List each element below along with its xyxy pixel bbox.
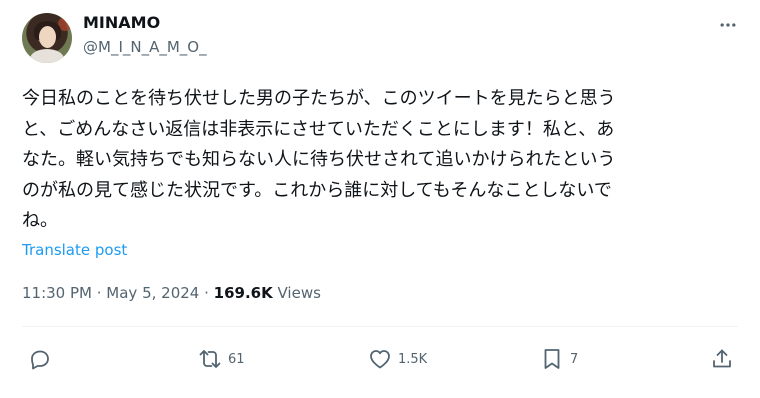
like-count: 1.5K — [398, 351, 428, 367]
author-display-name[interactable]: MINAMO — [83, 13, 160, 32]
more-dots-icon — [720, 23, 736, 27]
tweet-text-line: 今日私のことを待ち伏せした男の子たちが、このツイートを見たらと思う — [22, 88, 616, 109]
like-button[interactable]: 1.5K — [368, 346, 427, 372]
tweet-text-line: と、ごめんなさい返信は非表示にさせていただくことにします！私と、あ — [22, 118, 615, 140]
retweet-icon — [199, 350, 221, 368]
tweet-date[interactable]: May 5, 2024 — [106, 284, 199, 302]
retweet-button[interactable]: 61 — [198, 346, 245, 372]
meta-separator: · — [91, 284, 107, 302]
tweet-text-line: のが私の見て感じた状況です。これから誰に対してもそんなことしないで — [22, 179, 612, 201]
tweet-time[interactable]: 11:30 PM — [22, 284, 92, 302]
views-count: 169.6K — [213, 284, 273, 302]
reply-button[interactable] — [28, 346, 58, 372]
views-label: Views — [272, 284, 321, 302]
divider — [22, 326, 738, 327]
meta-separator: · — [199, 284, 214, 302]
share-upload-icon — [713, 349, 731, 368]
share-button[interactable] — [710, 346, 734, 372]
retweet-count: 61 — [228, 351, 245, 367]
heart-icon — [370, 350, 390, 369]
tweet-text: 今日私のことを待ち伏せした男の子たちが、このツイートを見たらと思う と、ごめんな… — [22, 84, 747, 237]
tweet-text-line: なた。軽い気持ちでも知らない人に待ち伏せされて追いかけられたという — [22, 149, 616, 170]
more-options-button[interactable] — [716, 13, 740, 37]
bookmark-button[interactable]: 7 — [540, 346, 578, 372]
tweet-meta: 11:30 PM · May 5, 2024 · 169.6K Views — [22, 284, 321, 302]
bookmark-count: 7 — [570, 351, 579, 367]
tweet-text-line: ね。 — [22, 210, 58, 231]
bookmark-icon — [544, 349, 560, 369]
reply-bubble-icon — [31, 350, 49, 370]
avatar[interactable] — [22, 13, 72, 63]
author-handle[interactable]: @M_I_N_A_M_O_ — [83, 38, 207, 56]
translate-post-link[interactable]: Translate post — [22, 241, 127, 259]
tweet-card: MINAMO @M_I_N_A_M_O_ 今日私のことを待ち伏せした男の子たちが… — [0, 0, 760, 398]
